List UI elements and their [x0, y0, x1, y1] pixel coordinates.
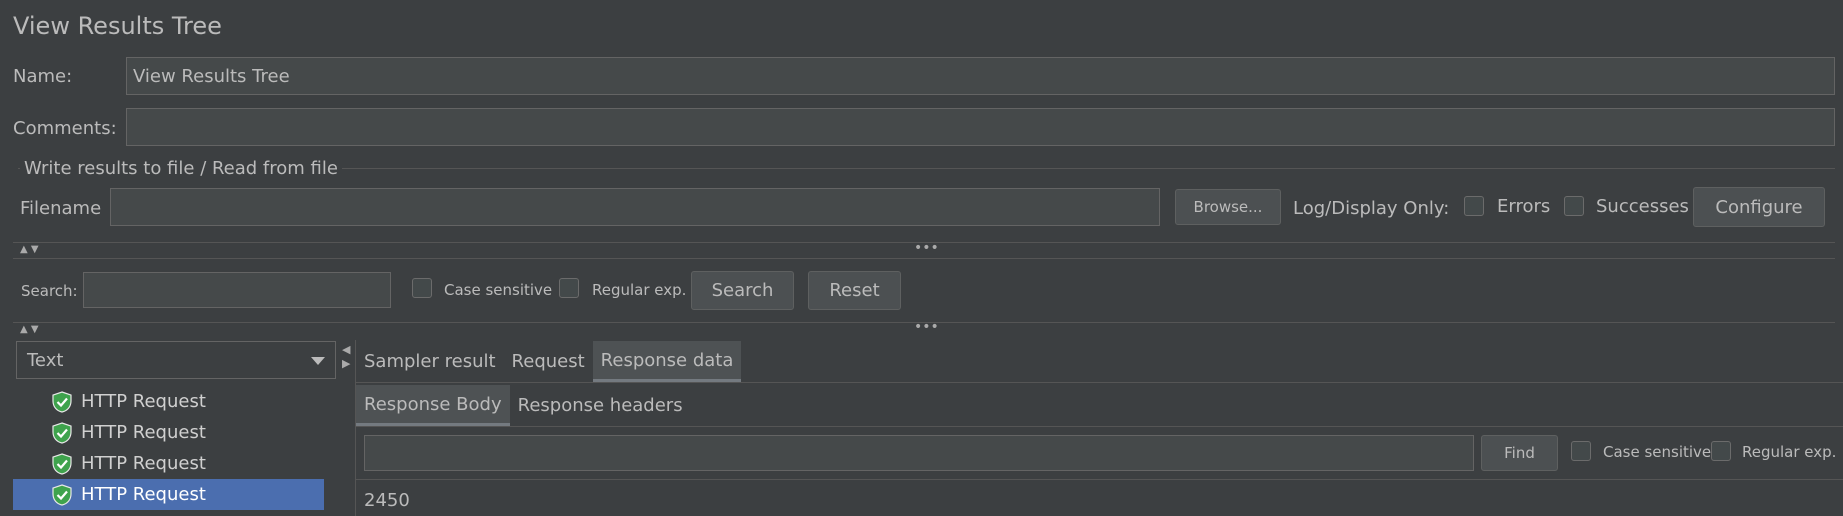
reset-button[interactable]: Reset	[808, 271, 901, 310]
page-title: View Results Tree	[13, 12, 222, 40]
split-arrows-icon[interactable]: ◀ ▶	[342, 343, 350, 371]
search-case-sensitive-label: Case sensitive	[444, 281, 553, 299]
renderer-select-value: Text	[27, 349, 64, 371]
find-divider	[356, 479, 1843, 480]
filename-input[interactable]	[110, 188, 1160, 226]
find-regex-checkbox[interactable]	[1711, 441, 1731, 461]
success-shield-icon	[52, 390, 72, 413]
comments-input[interactable]	[126, 108, 1835, 146]
split-handle-icon[interactable]: •••	[914, 241, 939, 255]
comments-label: Comments:	[13, 118, 117, 139]
result-tabs: Sampler result Request Response data	[356, 341, 742, 382]
filename-label: Filename	[20, 198, 102, 219]
tab-response-headers[interactable]: Response headers	[510, 385, 691, 426]
tree-item-label: HTTP Request	[81, 453, 206, 474]
configure-button[interactable]: Configure	[1693, 187, 1825, 227]
browse-button[interactable]: Browse...	[1175, 189, 1281, 225]
errors-label: Errors	[1497, 196, 1551, 217]
results-tree: HTTP Request HTTP Request HTTP Request H…	[13, 386, 324, 510]
find-case-sensitive-label: Case sensitive	[1603, 443, 1712, 461]
log-display-label: Log/Display Only:	[1293, 198, 1450, 219]
search-button[interactable]: Search	[691, 271, 794, 310]
success-shield-icon	[52, 452, 72, 475]
search-label: Search:	[21, 282, 78, 300]
split-handle-icon[interactable]: •••	[914, 320, 939, 334]
errors-checkbox[interactable]	[1464, 196, 1484, 216]
name-input[interactable]	[126, 57, 1835, 95]
tree-item-label: HTTP Request	[81, 422, 206, 443]
response-tabs: Response Body Response headers	[356, 385, 691, 426]
tabs-divider	[356, 382, 1843, 383]
name-label: Name:	[13, 66, 73, 87]
split-divider	[13, 258, 1835, 259]
chevron-down-icon	[311, 351, 325, 370]
search-regex-label: Regular exp.	[592, 281, 687, 299]
response-body-text: 2450	[364, 490, 410, 511]
collapse-arrows-icon[interactable]: ▲ ▼	[20, 324, 39, 335]
tree-item-selected[interactable]: HTTP Request	[13, 479, 324, 510]
tree-item[interactable]: HTTP Request	[13, 448, 324, 479]
tree-item[interactable]: HTTP Request	[13, 386, 324, 417]
file-section-legend: Write results to file / Read from file	[20, 158, 342, 179]
tabs-divider	[356, 426, 1843, 427]
find-regex-label: Regular exp.	[1742, 443, 1837, 461]
find-input[interactable]	[364, 435, 1474, 471]
tab-response-body[interactable]: Response Body	[356, 385, 510, 426]
successes-label: Successes	[1596, 196, 1689, 217]
tree-item-label: HTTP Request	[81, 484, 206, 505]
find-button[interactable]: Find	[1481, 435, 1558, 471]
search-input[interactable]	[83, 272, 391, 308]
renderer-select[interactable]: Text	[16, 341, 336, 379]
collapse-arrows-icon[interactable]: ▲ ▼	[20, 244, 39, 255]
search-case-sensitive-checkbox[interactable]	[412, 278, 432, 298]
success-shield-icon	[52, 483, 72, 506]
search-regex-checkbox[interactable]	[559, 278, 579, 298]
tab-sampler-result[interactable]: Sampler result	[356, 341, 504, 382]
tab-response-data[interactable]: Response data	[592, 341, 742, 382]
tab-request[interactable]: Request	[504, 341, 593, 382]
tree-item-label: HTTP Request	[81, 391, 206, 412]
find-case-sensitive-checkbox[interactable]	[1571, 441, 1591, 461]
tree-item[interactable]: HTTP Request	[13, 417, 324, 448]
success-shield-icon	[52, 421, 72, 444]
successes-checkbox[interactable]	[1564, 196, 1584, 216]
